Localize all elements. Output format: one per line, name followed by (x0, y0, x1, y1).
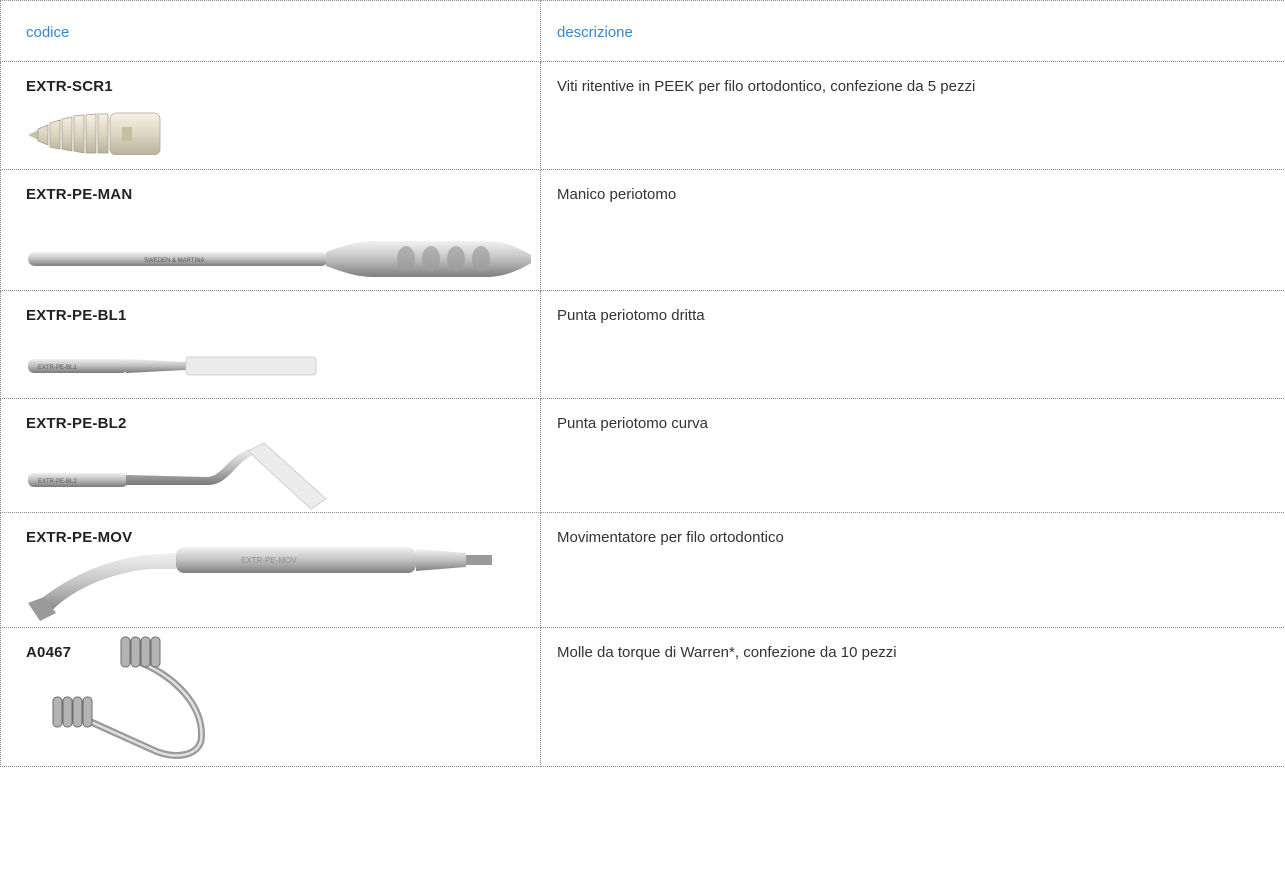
header-description: descrizione (540, 0, 1285, 62)
table-row: EXTR-SCR1 Viti ritentive in PEEK per fil… (0, 61, 1285, 170)
table-row: EXTR-PE-MAN SWEDEN & MARTINA Manico peri… (0, 169, 1285, 291)
code-cell: EXTR-PE-MOV EXTR-PE-MOV (0, 512, 541, 628)
wire-mover-tool-image: EXTR-PE-MOV (28, 547, 492, 621)
straight-periotome-tip-image: EXTR-PE-BL1 (28, 356, 317, 376)
product-code: EXTR-PE-MAN (26, 186, 133, 203)
table-row: EXTR-PE-BL2 EXTR-PE-BL2 Punta periotomo … (0, 398, 1285, 513)
description-cell: Punta periotomo dritta (540, 290, 1285, 399)
periotome-handle-image: SWEDEN & MARTINA (28, 241, 531, 277)
description-cell: Viti ritentive in PEEK per filo ortodont… (540, 61, 1285, 170)
engraving-label: EXTR-PE-BL1 (38, 365, 77, 371)
description-cell: Manico periotomo (540, 169, 1285, 291)
engraving-label: SWEDEN & MARTINA (144, 258, 205, 264)
code-cell: EXTR-PE-BL1 EXTR-PE-BL1 (0, 290, 541, 399)
table-row: A0467 Molle da torque di Warren*, confez… (0, 627, 1285, 767)
engraving-label: EXTR-PE-BL2 (38, 479, 77, 485)
header-code: codice (0, 0, 541, 62)
product-code: EXTR-PE-BL2 (26, 415, 127, 432)
code-cell: EXTR-SCR1 (0, 61, 541, 170)
code-cell: EXTR-PE-BL2 EXTR-PE-BL2 (0, 398, 541, 513)
engraving-label: EXTR-PE-MOV (241, 556, 297, 565)
product-code: EXTR-PE-BL1 (26, 307, 127, 324)
curved-periotome-tip-image: EXTR-PE-BL2 (28, 442, 327, 510)
description-cell: Punta periotomo curva (540, 398, 1285, 513)
product-table: codice descrizione EXTR-SCR1 Viti ritent… (0, 0, 1285, 767)
code-cell: EXTR-PE-MAN SWEDEN & MARTINA (0, 169, 541, 291)
warren-torque-spring-image (52, 636, 205, 759)
description-cell: Molle da torque di Warren*, confezione d… (540, 627, 1285, 767)
table-header-row: codice descrizione (0, 0, 1285, 62)
description-cell: Movimentatore per filo ortodontico (540, 512, 1285, 628)
code-cell: A0467 (0, 627, 541, 767)
product-code: EXTR-SCR1 (26, 78, 113, 95)
peek-retention-screw-image (28, 112, 161, 155)
table-row: EXTR-PE-BL1 EXTR-PE-BL1 Punta periotomo … (0, 290, 1285, 399)
table-row: EXTR-PE-MOV EXTR-PE-MOV Movimentatore pe… (0, 512, 1285, 628)
